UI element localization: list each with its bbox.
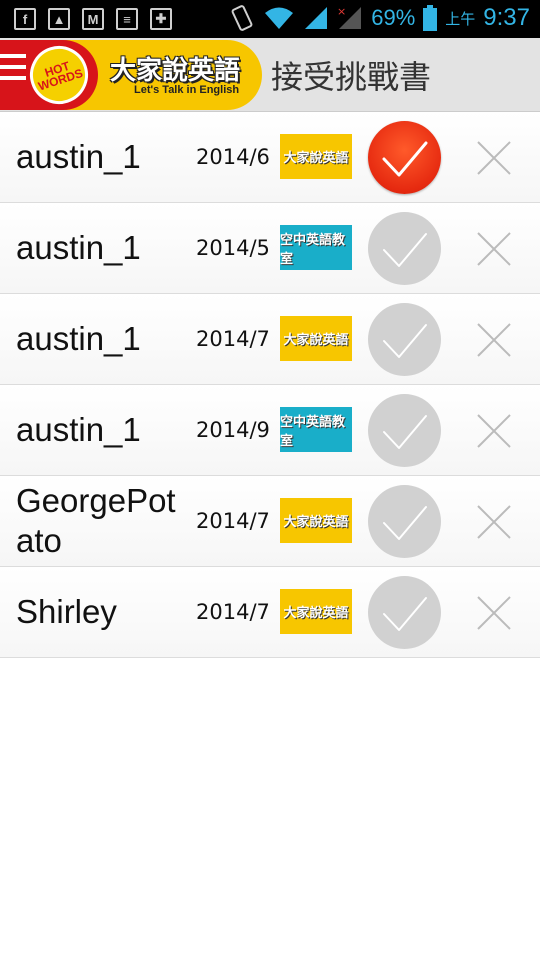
challenge-row[interactable]: austin_1 2014/6 大家說英語: [0, 112, 540, 203]
challenge-date: 2014/9: [196, 418, 270, 442]
app-logo[interactable]: HOT WORDS 大家說英語 Let's Talk in English: [0, 38, 262, 112]
gallery-icon: ▲: [48, 8, 70, 30]
reject-icon[interactable]: [476, 140, 512, 176]
signal-icon: [305, 7, 328, 29]
magazine-name: 大家說英語: [283, 333, 349, 348]
challenger-name: austin_1: [16, 320, 141, 357]
notification-icons: f ▲ M ≡ ✚: [14, 8, 172, 30]
check-icon: [383, 415, 427, 449]
reject-icon[interactable]: [476, 595, 512, 631]
magazine-badge: 空中英語教室: [280, 407, 352, 452]
clock: 9:37: [483, 4, 530, 31]
challenger-name: GeorgePotato: [16, 482, 176, 559]
challenge-row[interactable]: austin_1 2014/9 空中英語教室: [0, 385, 540, 476]
gmail-icon: M: [82, 8, 104, 30]
accept-button[interactable]: [368, 121, 441, 194]
check-icon: [383, 233, 427, 267]
magazine-name: 大家說英語: [283, 151, 349, 166]
challenger-name: austin_1: [16, 138, 141, 175]
reject-icon[interactable]: [476, 504, 512, 540]
logo-subtitle: Let's Talk in English: [134, 84, 240, 96]
accept-button[interactable]: [368, 485, 441, 558]
challenge-date: 2014/5: [196, 236, 270, 260]
battery-percent: 69%: [371, 5, 416, 30]
bible-icon: ≡: [116, 8, 138, 30]
challenge-row[interactable]: GeorgePotato 2014/7 大家說英語: [0, 476, 540, 567]
no-signal-icon: ×: [337, 5, 362, 29]
challenge-row[interactable]: austin_1 2014/5 空中英語教室: [0, 203, 540, 294]
challenge-date: 2014/7: [196, 327, 270, 351]
action-bar: HOT WORDS 大家說英語 Let's Talk in English 接受…: [0, 38, 540, 112]
challenger-name: austin_1: [16, 411, 141, 448]
check-icon: [383, 597, 427, 631]
challenge-list: austin_1 2014/6 大家說英語 austin_1 2014/5 空中…: [0, 112, 540, 658]
magazine-badge: 大家說英語: [280, 589, 352, 634]
magazine-name: 空中英語教室: [280, 232, 346, 267]
challenger-name: austin_1: [16, 229, 141, 266]
wifi-icon: [265, 7, 294, 29]
hot-words-text: HOT WORDS: [36, 58, 85, 94]
magazine-badge: 空中英語教室: [280, 225, 352, 270]
magazine-name: 大家說英語: [283, 606, 349, 621]
hot-words-badge: HOT WORDS: [22, 38, 96, 112]
svg-text:×: ×: [337, 5, 346, 18]
check-icon: [382, 141, 428, 177]
magazine-badge: 大家說英語: [280, 134, 352, 179]
reject-icon[interactable]: [476, 322, 512, 358]
page-title: 接受挑戰書: [271, 58, 432, 96]
battery-icon: [423, 5, 438, 31]
accept-button[interactable]: [368, 576, 441, 649]
accept-button[interactable]: [368, 394, 441, 467]
reject-icon[interactable]: [476, 231, 512, 267]
magazine-badge: 大家說英語: [280, 316, 352, 361]
challenge-row[interactable]: austin_1 2014/7 大家說英語: [0, 294, 540, 385]
status-bar: f ▲ M ≡ ✚ × 69% 上午 9:37: [0, 0, 540, 38]
time-period: 上午: [445, 9, 476, 28]
check-icon: [383, 506, 427, 540]
reject-icon[interactable]: [476, 413, 512, 449]
challenge-date: 2014/7: [196, 600, 270, 624]
challenge-row[interactable]: Shirley 2014/7 大家說英語: [0, 567, 540, 658]
challenge-date: 2014/7: [196, 509, 270, 533]
magazine-name: 大家說英語: [283, 515, 349, 530]
facebook-icon: f: [14, 8, 36, 30]
challenger-name: Shirley: [16, 593, 117, 630]
magazine-name: 空中英語教室: [280, 414, 346, 449]
check-icon: [383, 324, 427, 358]
challenge-date: 2014/6: [196, 145, 270, 169]
accept-button[interactable]: [368, 303, 441, 376]
puzzle-icon: ✚: [150, 8, 172, 30]
magazine-badge: 大家說英語: [280, 498, 352, 543]
logo-title: 大家說英語: [110, 56, 241, 86]
menu-icon[interactable]: [0, 54, 26, 92]
system-icons: × 69% 上午 9:37: [229, 4, 530, 32]
accept-button[interactable]: [368, 212, 441, 285]
vibrate-icon: [231, 5, 253, 31]
